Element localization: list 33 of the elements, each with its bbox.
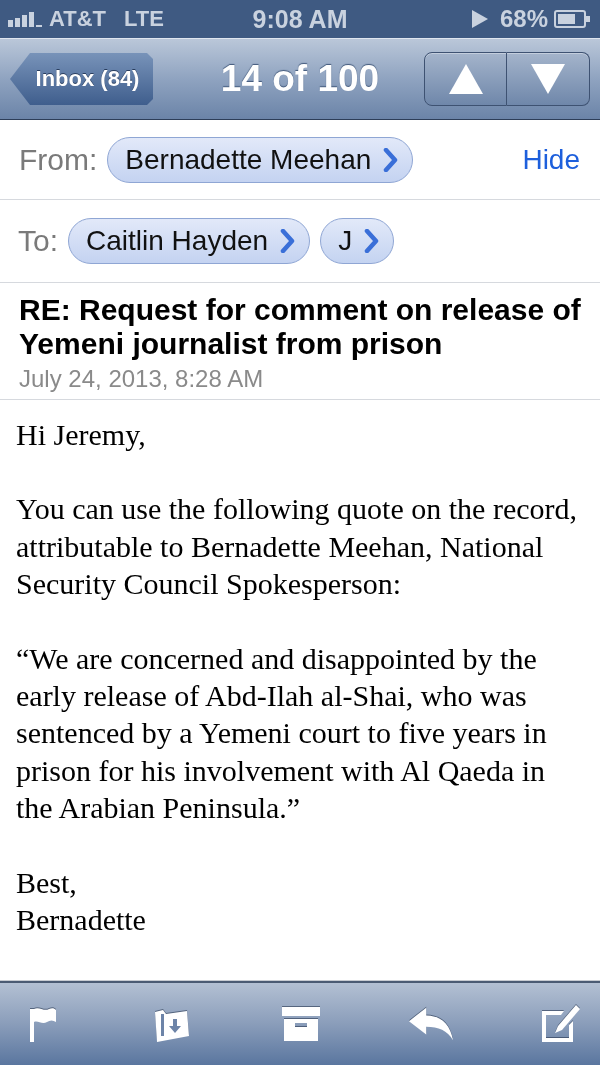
chevron-icon [364,229,380,253]
inbox-back-button[interactable]: Inbox (84) [10,53,153,105]
signature-text: Bernadette [16,902,147,939]
chevron-icon [383,147,399,172]
chevron-icon [280,229,296,253]
battery-percent: 68% [499,5,548,33]
email-subject: RE: Request for comment on release of Yemeni journalist from prison [19,293,582,361]
reply-arrow-icon [408,1007,453,1041]
email-date: July 24, 2013, 8:28 AM [19,365,265,393]
battery-icon [554,10,590,28]
hide-link[interactable]: Hide [522,143,580,176]
flag-icon [27,1006,57,1042]
message-position-title: 14 of 100 [219,58,381,100]
recipient-chip[interactable]: J [320,218,395,264]
closing-text: Best, [16,864,78,901]
recipient-chip[interactable]: Bernadette Meehan [107,136,414,183]
compose-icon [540,1005,580,1043]
body-paragraph: “We are concerned and disappointed by the early release of Abd-Ilah al-Shai, who was sentenced by a Yemeni court to five years in prison for his involvement with Al Qaeda in the Arabian Peninsula.” [16,640,548,827]
signal-bars-icon [8,11,45,27]
status-time: 9:08 AM [251,4,349,34]
recipient-chip[interactable]: Caitlin Hayden [68,218,311,264]
to-label: To: [18,224,59,258]
down-triangle-icon [531,64,565,94]
body-paragraph: You can use the following quote on the record, attributable to Bernadette Meehan, National Security Council Spokesperson: [16,491,578,603]
from-label: From: [19,142,98,177]
up-triangle-icon [448,64,483,94]
network-type: LTE [124,6,164,32]
greeting-text: Hi Jeremy, [16,417,147,453]
play-icon [471,10,488,28]
archive-box-icon [282,1007,320,1041]
previous-message-button[interactable] [424,52,507,106]
carrier-name: AT&T [49,6,107,32]
next-message-button[interactable] [507,52,590,106]
